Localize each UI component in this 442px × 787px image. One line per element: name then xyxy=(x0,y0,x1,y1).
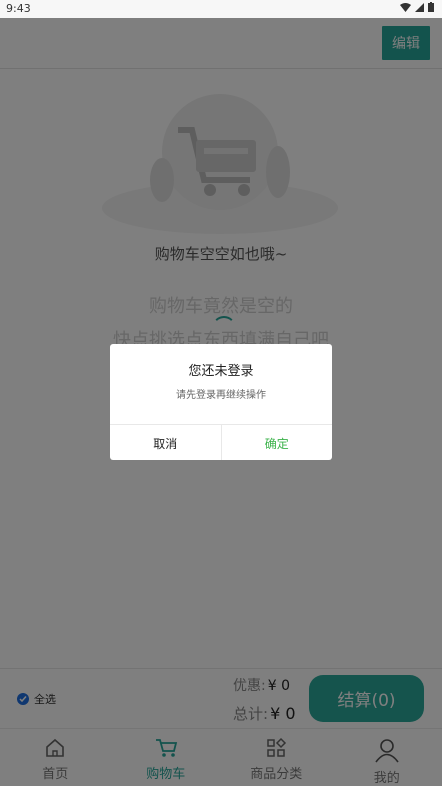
cancel-button[interactable]: 取消 xyxy=(110,425,222,460)
confirm-button[interactable]: 确定 xyxy=(222,425,333,460)
dialog-actions: 取消 确定 xyxy=(110,424,332,460)
status-time: 9:43 xyxy=(6,2,31,15)
signal-icon xyxy=(415,3,424,12)
status-icons xyxy=(400,2,434,12)
wifi-icon xyxy=(400,3,411,12)
login-dialog: 您还未登录 请先登录再继续操作 取消 确定 xyxy=(110,344,332,460)
dialog-title: 您还未登录 xyxy=(110,360,332,379)
dialog-message: 请先登录再继续操作 xyxy=(110,386,332,401)
status-bar: 9:43 xyxy=(0,0,442,18)
battery-icon xyxy=(428,2,434,12)
